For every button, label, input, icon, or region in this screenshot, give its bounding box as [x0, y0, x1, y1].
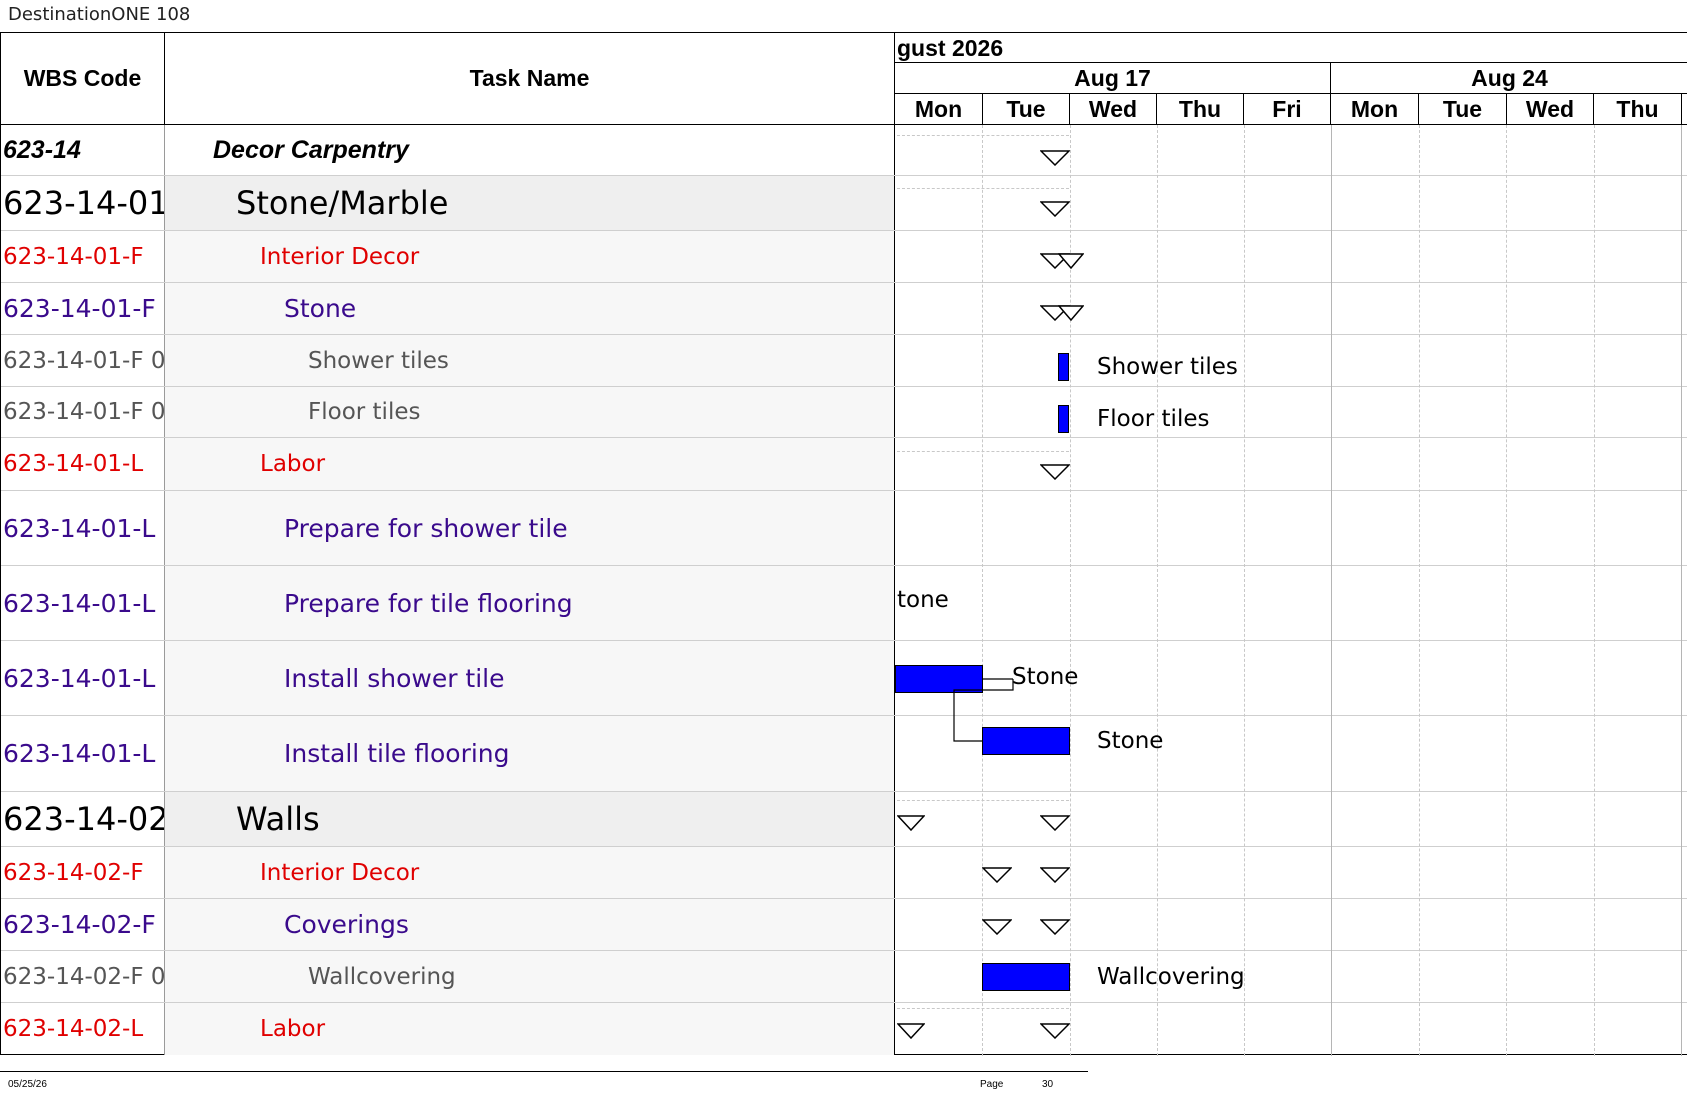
- wbs-code-cell: 623-14-01-L: [1, 438, 165, 490]
- task-name-cell: Coverings: [165, 899, 895, 950]
- wbs-code-cell: 623-14-01-L (: [1, 716, 165, 791]
- summary-dash: [897, 800, 1069, 801]
- day-label: Fri: [1244, 94, 1331, 124]
- day-label: Thu: [1157, 94, 1244, 124]
- wbs-code-cell: 623-14-02: [1, 792, 165, 846]
- task-name-cell: Prepare for tile flooring: [165, 566, 895, 640]
- day-label: Wed: [1507, 94, 1594, 124]
- task-name-cell: Wallcovering: [165, 951, 895, 1002]
- bar-label: Wallcovering: [1097, 964, 1245, 990]
- task-name-cell: Labor: [165, 1003, 895, 1055]
- day-label: Tue: [983, 94, 1070, 124]
- task-name-cell: Labor: [165, 438, 895, 490]
- footer-divider: [0, 1071, 1088, 1072]
- wbs-code-cell: 623-14-01-F: [1, 231, 165, 282]
- task-name-cell: Interior Decor: [165, 231, 895, 282]
- bar-label: Stone: [1097, 728, 1164, 754]
- wbs-code-header[interactable]: WBS Code: [1, 33, 165, 125]
- gantt-chart-area: Shower tiles Floor tiles tone Stone Ston…: [895, 125, 1687, 1056]
- wbs-code-cell: 623-14-02-F (: [1, 899, 165, 950]
- summary-dash: [897, 1008, 1069, 1009]
- task-name-cell: Floor tiles: [165, 387, 895, 437]
- timescale-header: gust 2026 Aug 17 Aug 24 Mon Tue Wed Thu …: [895, 33, 1687, 125]
- wbs-code-cell: 623-14-01-F 01: [1, 335, 165, 386]
- wbs-code-cell: 623-14-01-F 01: [1, 387, 165, 437]
- bar-label: Stone: [1012, 664, 1079, 690]
- task-name-cell: Install shower tile: [165, 641, 895, 715]
- wbs-code-cell: 623-14-02-F: [1, 847, 165, 898]
- gantt-sheet: WBS Code Task Name gust 2026 Aug 17 Aug …: [0, 32, 1687, 1056]
- task-name-cell: Stone: [165, 283, 895, 334]
- task-name-cell: Decor Carpentry: [165, 125, 895, 175]
- wbs-code-cell: 623-14-01-L (: [1, 566, 165, 640]
- task-name-cell: Install tile flooring: [165, 716, 895, 791]
- wbs-code-cell: 623-14-02-L: [1, 1003, 165, 1055]
- wbs-code-cell: 623-14-01-L (: [1, 491, 165, 565]
- document-title: DestinationONE 108: [8, 4, 191, 25]
- wbs-code-cell: 623-14-01-F (: [1, 283, 165, 334]
- task-name-header[interactable]: Task Name: [165, 33, 895, 125]
- day-label: Tue: [1419, 94, 1507, 124]
- task-name-cell: Stone/Marble: [165, 176, 895, 230]
- wbs-code-cell: 623-14-02-F 01: [1, 951, 165, 1002]
- day-label: Wed: [1070, 94, 1157, 124]
- task-name-cell: Walls: [165, 792, 895, 846]
- footer-page-number: 30: [1042, 1079, 1054, 1090]
- day-label: Mon: [895, 94, 983, 124]
- task-name-cell: Interior Decor: [165, 847, 895, 898]
- week-label-aug-17: Aug 17: [895, 63, 1331, 94]
- footer-page-label: Page: [980, 1079, 1004, 1090]
- task-name-cell: Shower tiles: [165, 335, 895, 386]
- week-label-aug-24: Aug 24: [1331, 63, 1687, 94]
- day-label: Mon: [1331, 94, 1419, 124]
- wbs-code-cell: 623-14: [1, 125, 165, 175]
- dependency-link: [953, 678, 1014, 742]
- day-label: Thu: [1594, 94, 1682, 124]
- task-bar-wallcovering[interactable]: [982, 963, 1070, 991]
- wbs-code-cell: 623-14-01: [1, 176, 165, 230]
- footer-date: 05/25/26: [8, 1079, 47, 1090]
- task-bar-install-tile-flooring[interactable]: [982, 727, 1070, 755]
- month-label: gust 2026: [895, 33, 1687, 63]
- task-name-cell: Prepare for shower tile: [165, 491, 895, 565]
- wbs-code-cell: 623-14-01-L (: [1, 641, 165, 715]
